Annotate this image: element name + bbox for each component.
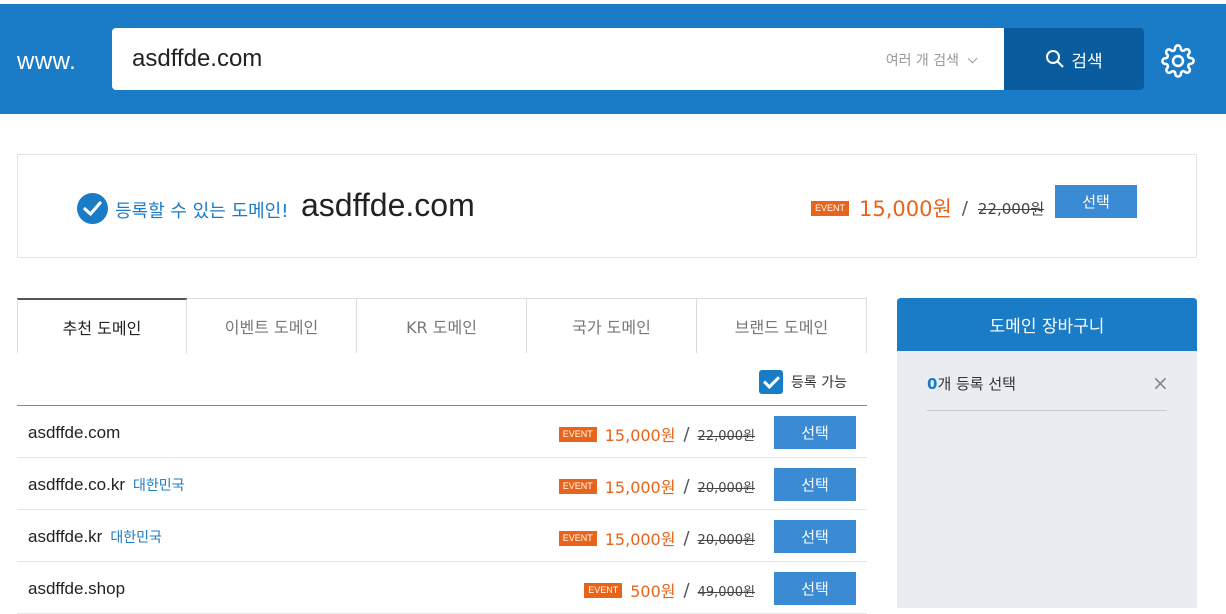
domain-list: asdffde.com EVENT 15,000원 / 22,000원 선택 a… (17, 405, 867, 614)
check-circle-icon (77, 193, 108, 224)
row-domain: asdffde.com (28, 423, 120, 443)
original-price: 22,000원 (977, 199, 1045, 218)
chevron-down-icon (967, 53, 978, 63)
row-country: 대한민국 (133, 477, 185, 493)
row-domain-name: asdffde.co.kr (28, 475, 126, 494)
row-sale-price: 15,000원 (604, 530, 676, 549)
list-item: asdffde.shop EVENT 500원 / 49,000원 선택 (17, 562, 867, 614)
row-price-group: EVENT 15,000원 / 22,000원 (558, 422, 755, 446)
card-price-group: EVENT 15,000원 / 22,000원 (811, 193, 1044, 223)
top-search-bar: www. 여러 개 검색 검색 (0, 4, 1226, 114)
row-domain: asdffde.kr 대한민국 (28, 527, 162, 547)
domain-search-input[interactable] (132, 42, 832, 76)
close-icon[interactable]: × (1152, 371, 1169, 395)
row-domain-name: asdffde.shop (28, 579, 126, 598)
list-item: asdffde.kr 대한민국 EVENT 15,000원 / 20,000원 선… (17, 510, 867, 562)
price-separator: / (961, 197, 968, 219)
select-button[interactable]: 선택 (1055, 185, 1137, 218)
row-sale-price: 15,000원 (604, 478, 676, 497)
cart-count: 0개 등록 선택 (927, 373, 1016, 394)
event-badge: EVENT (558, 426, 597, 442)
row-domain-name: asdffde.com (28, 423, 121, 442)
row-select-button[interactable]: 선택 (774, 468, 856, 501)
cart-count-label: 개 등록 선택 (937, 375, 1016, 393)
search-icon (1046, 50, 1065, 68)
event-badge: EVENT (558, 530, 597, 546)
availability-label: 등록할 수 있는 도메인! (115, 201, 289, 222)
tab-country[interactable]: 국가 도메인 (527, 298, 697, 353)
multi-search-label: 여러 개 검색 (885, 53, 959, 69)
event-badge: EVENT (811, 200, 850, 216)
row-domain-name: asdffde.kr (28, 527, 103, 546)
price-separator: / (683, 579, 690, 601)
row-select-button[interactable]: 선택 (774, 416, 856, 449)
cart-count-number: 0 (927, 375, 938, 393)
available-only-filter[interactable]: 등록 가능 (759, 370, 847, 394)
price-separator: / (683, 475, 690, 497)
row-select-button[interactable]: 선택 (774, 520, 856, 553)
cart-divider (927, 410, 1167, 411)
search-box: 여러 개 검색 (112, 28, 1004, 90)
row-original-price: 20,000원 (697, 532, 755, 548)
search-button[interactable]: 검색 (1004, 28, 1144, 90)
sale-price: 15,000원 (859, 197, 952, 221)
available-domain-name: asdffde.com (301, 187, 475, 223)
row-price-group: EVENT 15,000원 / 20,000원 (558, 474, 755, 498)
available-domain-card: 등록할 수 있는 도메인! asdffde.com EVENT 15,000원 … (17, 154, 1197, 258)
www-prefix: www. (17, 48, 77, 75)
row-domain: asdffde.co.kr 대한민국 (28, 475, 185, 495)
multi-search-dropdown[interactable]: 여러 개 검색 (885, 50, 978, 70)
list-item: asdffde.com EVENT 15,000원 / 22,000원 선택 (17, 406, 867, 458)
row-original-price: 20,000원 (697, 480, 755, 496)
price-separator: / (683, 527, 690, 549)
price-separator: / (683, 423, 690, 445)
tab-kr[interactable]: KR 도메인 (357, 298, 527, 353)
row-country: 대한민국 (110, 529, 162, 545)
list-item: asdffde.co.kr 대한민국 EVENT 15,000원 / 20,000… (17, 458, 867, 510)
event-badge: EVENT (558, 478, 597, 494)
event-badge: EVENT (584, 582, 623, 598)
domain-cart-panel: 도메인 장바구니 0개 등록 선택 × (897, 298, 1197, 608)
row-price-group: EVENT 15,000원 / 20,000원 (558, 526, 755, 550)
domain-tabs: 추천 도메인 이벤트 도메인 KR 도메인 국가 도메인 브랜드 도메인 (17, 298, 867, 354)
search-button-label: 검색 (1071, 51, 1103, 72)
tab-recommended[interactable]: 추천 도메인 (17, 298, 187, 354)
row-price-group: EVENT 500원 / 49,000원 (584, 578, 755, 602)
gear-icon[interactable] (1161, 44, 1195, 78)
filter-label: 등록 가능 (791, 375, 847, 391)
row-original-price: 22,000원 (697, 428, 755, 444)
checkbox[interactable] (759, 370, 783, 394)
tab-brand[interactable]: 브랜드 도메인 (697, 298, 867, 353)
row-sale-price: 500원 (630, 582, 676, 601)
row-sale-price: 15,000원 (604, 426, 676, 445)
row-select-button[interactable]: 선택 (774, 572, 856, 605)
tab-event[interactable]: 이벤트 도메인 (187, 298, 357, 353)
row-domain: asdffde.shop (28, 579, 125, 599)
cart-title: 도메인 장바구니 (897, 298, 1197, 351)
row-original-price: 49,000원 (697, 584, 755, 600)
